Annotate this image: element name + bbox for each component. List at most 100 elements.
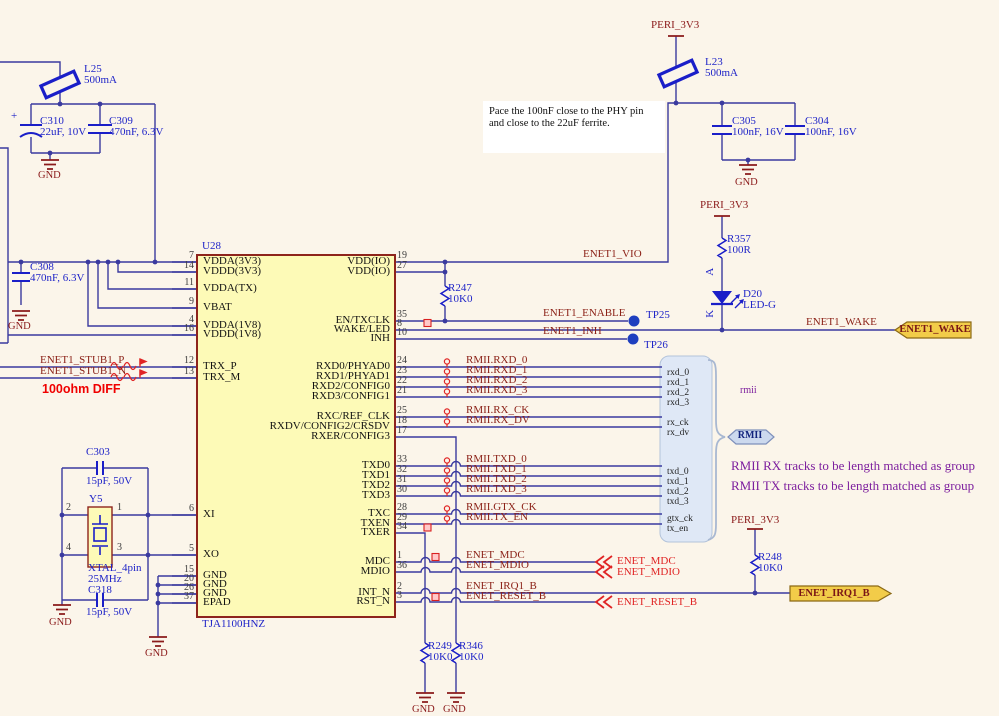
pin-number-9: 9 bbox=[189, 296, 194, 307]
net-class-marker-icon bbox=[443, 408, 451, 415]
c310-val[interactable]: 22uF, 10V bbox=[40, 126, 86, 139]
pin-name-l-16: VDDD(1V8) bbox=[203, 328, 262, 340]
gnd-label-2: GND bbox=[8, 321, 31, 332]
pin-number-17: 17 bbox=[397, 425, 407, 436]
pin-name-l-5: XO bbox=[203, 548, 219, 560]
offpage-chevron-icon bbox=[602, 595, 613, 609]
wire-note-2: and close to the 22uF ferrite. bbox=[489, 118, 610, 129]
net-enet1-inh[interactable]: ENET1_INH bbox=[543, 325, 602, 338]
net-enet-mdio[interactable]: ENET_MDIO bbox=[466, 559, 529, 572]
c318-ref[interactable]: C318 bbox=[88, 584, 112, 597]
r357-val[interactable]: 100R bbox=[727, 244, 751, 257]
offpage-chevron-icon bbox=[602, 565, 613, 579]
offpage-connectors[interactable] bbox=[594, 555, 613, 609]
y5-ref[interactable]: Y5 bbox=[89, 493, 102, 506]
crystal-y5[interactable] bbox=[87, 506, 113, 568]
net-class-marker-icon bbox=[443, 388, 451, 395]
noerc-icon bbox=[431, 592, 440, 602]
ferrite-bead-l23[interactable] bbox=[656, 58, 700, 89]
chip-refdes[interactable]: U28 bbox=[202, 240, 221, 253]
net-class-marker-icon bbox=[443, 505, 451, 512]
capacitor-c303 bbox=[96, 461, 104, 475]
gnd-symbol-icon bbox=[447, 692, 465, 703]
d20-val[interactable]: LED-G bbox=[743, 299, 776, 312]
net-class-marker-icon bbox=[443, 368, 451, 375]
led-cathode-label[interactable]: K bbox=[704, 310, 717, 318]
rmii-class-label: rmii bbox=[740, 385, 757, 396]
noerc-markers bbox=[423, 318, 440, 602]
net-class-marker-icon bbox=[443, 457, 451, 464]
net-rmii-txd3[interactable]: RMII.TXD_3 bbox=[466, 483, 527, 496]
offpage-enet-mdio[interactable]: ENET_MDIO bbox=[617, 566, 680, 579]
net-enet1-enable[interactable]: ENET1_ENABLE bbox=[543, 307, 625, 320]
bus-rxd3: rxd_3 bbox=[667, 398, 690, 408]
net-rmii-rxd3[interactable]: RMII.RXD_3 bbox=[466, 384, 527, 397]
pin-number-13: 13 bbox=[184, 366, 194, 377]
net-class-marker-icon bbox=[443, 487, 451, 494]
c305-val[interactable]: 100nF, 16V bbox=[732, 126, 784, 139]
net-enet1-vio[interactable]: ENET1_VIO bbox=[583, 248, 642, 261]
peri-3v3-3[interactable]: PERI_3V3 bbox=[731, 514, 779, 527]
pin-name-l-13: TRX_M bbox=[203, 371, 241, 383]
capacitor-c310 bbox=[19, 124, 43, 138]
c308-val[interactable]: 470nF, 6.3V bbox=[30, 272, 84, 285]
peri-3v3-1[interactable]: PERI_3V3 bbox=[651, 19, 699, 32]
c303-ref[interactable]: C303 bbox=[86, 446, 110, 459]
offsheet-component-edge bbox=[0, 147, 9, 344]
testpoint-tp25[interactable] bbox=[628, 315, 640, 327]
net-enet-reset-b[interactable]: ENET_RESET_B bbox=[466, 590, 546, 603]
gnd-symbol-icon bbox=[739, 164, 757, 175]
offpage-enet-reset-b[interactable]: ENET_RESET_B bbox=[617, 596, 697, 609]
r249-val[interactable]: 10K0 bbox=[428, 651, 452, 664]
gnd-label-1: GND bbox=[38, 170, 61, 181]
pin-name-r-21: RXD3/CONFIG1 bbox=[311, 390, 390, 402]
chip-part-number[interactable]: TJA1100HNZ bbox=[202, 618, 265, 631]
led-anode-label[interactable]: A bbox=[704, 268, 717, 276]
net-enet1-wake[interactable]: ENET1_WAKE bbox=[806, 316, 877, 329]
net-class-marker-icon bbox=[443, 515, 451, 522]
r346-val[interactable]: 10K0 bbox=[459, 651, 483, 664]
net-rmii-txen[interactable]: RMII.TX_EN bbox=[466, 511, 528, 524]
net-stub1-n[interactable]: ENET1_STUB1_N bbox=[40, 365, 126, 378]
rmii-bus-tag-label[interactable]: RMII bbox=[731, 430, 769, 442]
pin-number-36: 36 bbox=[397, 560, 407, 571]
c318-val[interactable]: 15pF, 50V bbox=[86, 606, 132, 619]
port-enet-irq1-b-label[interactable]: ENET_IRQ1_B bbox=[792, 588, 876, 599]
peri-3v3-2[interactable]: PERI_3V3 bbox=[700, 199, 748, 212]
testpoint-tp26[interactable] bbox=[627, 333, 639, 345]
capacitor-c308 bbox=[12, 272, 30, 282]
pin-name-r-10: INH bbox=[370, 332, 390, 344]
gnd-symbol-icon bbox=[416, 692, 434, 703]
pin-number-12: 12 bbox=[184, 355, 194, 366]
l25-val[interactable]: 500mA bbox=[84, 74, 117, 87]
pin-number-30: 30 bbox=[397, 484, 407, 495]
r248-val[interactable]: 10K0 bbox=[758, 562, 782, 575]
c304-val[interactable]: 100nF, 16V bbox=[805, 126, 857, 139]
y5-pin3: 3 bbox=[117, 542, 122, 553]
led-d20[interactable] bbox=[711, 291, 744, 309]
tp26-label[interactable]: TP26 bbox=[644, 339, 668, 352]
capacitor-c304 bbox=[785, 125, 805, 135]
tp25-label[interactable]: TP25 bbox=[646, 309, 670, 322]
noerc-icon bbox=[431, 552, 440, 562]
c303-val[interactable]: 15pF, 50V bbox=[86, 475, 132, 488]
pin-number-27: 27 bbox=[397, 260, 407, 271]
gnd-symbol-icon bbox=[12, 310, 30, 321]
pin-number-34: 34 bbox=[397, 521, 407, 532]
l23-val[interactable]: 500mA bbox=[705, 67, 738, 80]
pin-name-l-37: EPAD bbox=[203, 596, 231, 608]
port-enet1-wake[interactable]: ENET1_WAKE bbox=[899, 324, 971, 335]
diff-note[interactable]: 100ohm DIFF bbox=[42, 382, 121, 396]
note-rmii-rx: RMII RX tracks to be length matched as g… bbox=[731, 458, 976, 473]
net-rmii-rxdv[interactable]: RMII.RX_DV bbox=[466, 414, 530, 427]
c309-val[interactable]: 470nF, 6.3V bbox=[109, 126, 163, 139]
pin-number-14: 14 bbox=[184, 260, 194, 271]
gnd-symbol-icon bbox=[149, 636, 167, 647]
y5-pin4: 4 bbox=[66, 542, 71, 553]
gnd-label-6: GND bbox=[412, 704, 435, 715]
r247-val[interactable]: 10K0 bbox=[448, 293, 472, 306]
pin-number-6: 6 bbox=[189, 503, 194, 514]
c310-plus[interactable]: + bbox=[11, 110, 17, 123]
pin-number-16: 16 bbox=[184, 323, 194, 334]
pin-name-r-30: TXD3 bbox=[361, 489, 390, 501]
